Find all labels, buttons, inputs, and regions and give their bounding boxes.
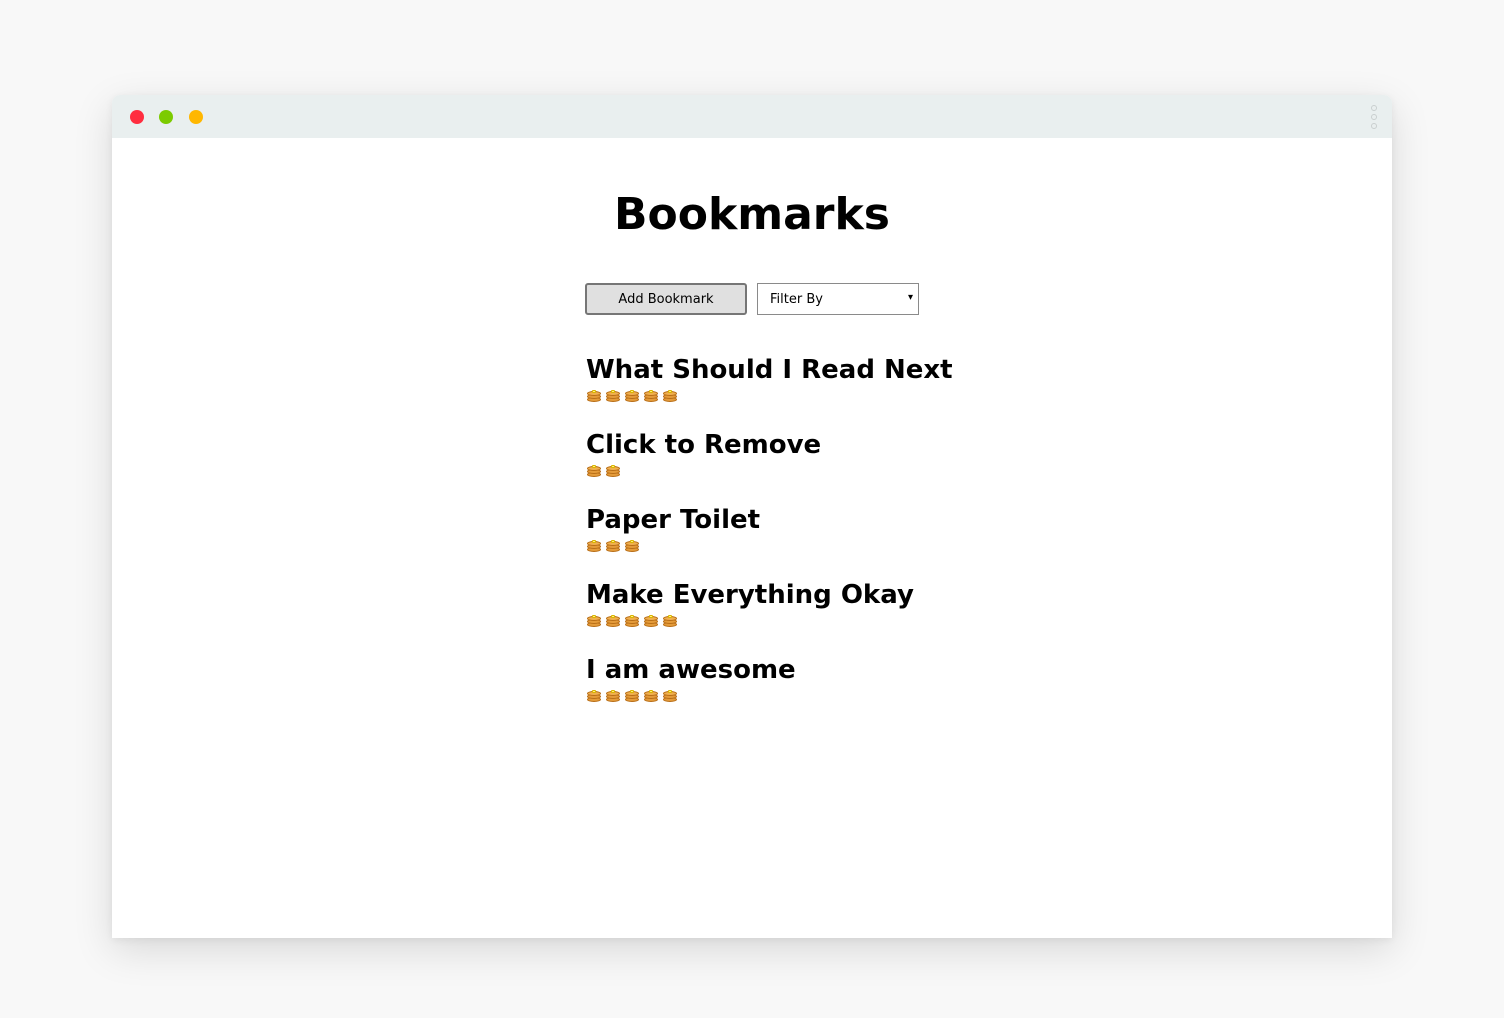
bookmark-controls: Add Bookmark Filter By ▾ — [585, 283, 919, 315]
bookmark-title[interactable]: Click to Remove — [586, 428, 953, 462]
pancake-icon — [586, 463, 602, 478]
kebab-menu-icon[interactable] — [1370, 105, 1378, 129]
chevron-down-icon: ▾ — [907, 292, 913, 303]
pancake-icon — [586, 688, 602, 703]
maximize-window-button[interactable] — [159, 110, 173, 124]
pancake-icon — [643, 613, 659, 628]
bookmark-list: What Should I Read Next Click to Remove Pa… — [586, 353, 953, 728]
pancake-icon — [624, 538, 640, 553]
bookmark-rating — [586, 613, 953, 629]
title-bar — [112, 95, 1392, 138]
pancake-icon — [624, 613, 640, 628]
bookmark-title[interactable]: Paper Toilet — [586, 503, 953, 537]
bookmark-rating — [586, 463, 953, 479]
filter-by-select[interactable]: Filter By ▾ — [757, 283, 919, 315]
pancake-icon — [624, 388, 640, 403]
browser-window: Bookmarks Add Bookmark Filter By ▾ What … — [112, 95, 1392, 938]
page-content: Bookmarks Add Bookmark Filter By ▾ What … — [112, 138, 1392, 938]
pancake-icon — [605, 538, 621, 553]
bookmark-rating — [586, 388, 953, 404]
bookmark-title[interactable]: Make Everything Okay — [586, 578, 953, 612]
pancake-icon — [643, 388, 659, 403]
bookmark-item: What Should I Read Next — [586, 353, 953, 428]
pancake-icon — [605, 613, 621, 628]
pancake-icon — [624, 688, 640, 703]
pancake-icon — [605, 388, 621, 403]
close-window-button[interactable] — [130, 110, 144, 124]
pancake-icon — [586, 613, 602, 628]
filter-by-label: Filter By — [770, 291, 823, 307]
pancake-icon — [662, 388, 678, 403]
bookmark-rating — [586, 538, 953, 554]
pancake-icon — [605, 463, 621, 478]
bookmark-rating — [586, 688, 953, 704]
bookmark-title[interactable]: What Should I Read Next — [586, 353, 953, 387]
bookmark-item: I am awesome — [586, 653, 953, 728]
add-bookmark-button[interactable]: Add Bookmark — [585, 283, 747, 315]
page-title: Bookmarks — [614, 189, 890, 240]
pancake-icon — [605, 688, 621, 703]
pancake-icon — [662, 688, 678, 703]
pancake-icon — [662, 613, 678, 628]
pancake-icon — [643, 688, 659, 703]
bookmark-item: Paper Toilet — [586, 503, 953, 578]
bookmark-title[interactable]: I am awesome — [586, 653, 953, 687]
bookmark-item: Click to Remove — [586, 428, 953, 503]
pancake-icon — [586, 388, 602, 403]
bookmark-item: Make Everything Okay — [586, 578, 953, 653]
pancake-icon — [586, 538, 602, 553]
minimize-window-button[interactable] — [189, 110, 203, 124]
